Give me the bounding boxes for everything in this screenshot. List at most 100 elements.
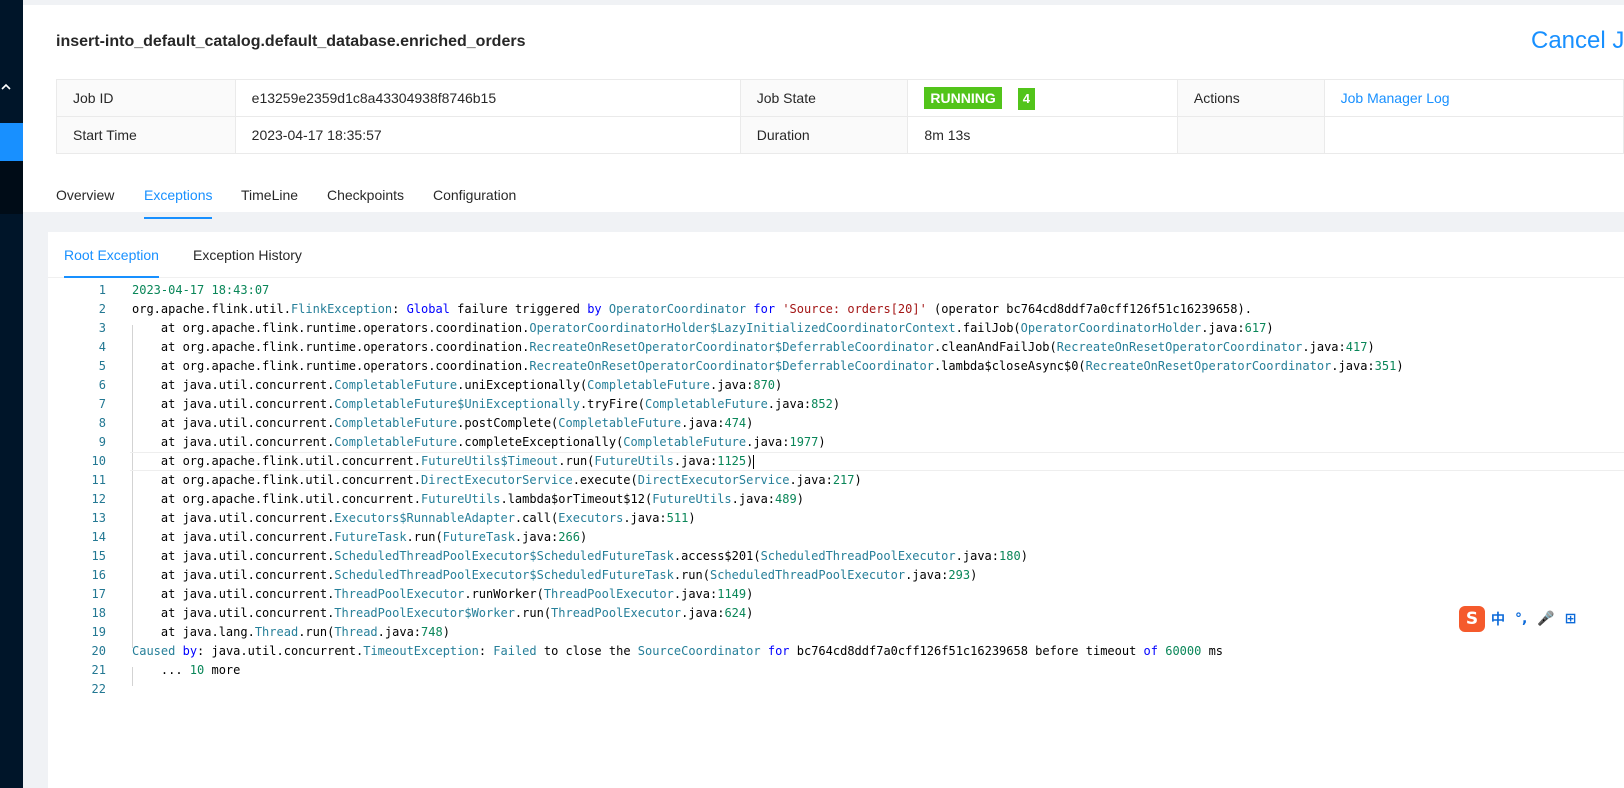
line-number: 7	[98, 397, 106, 411]
code-token: 'Source: orders[20]'	[782, 302, 927, 316]
code-token: .completeExceptionally(	[457, 435, 624, 449]
line-number: 16	[91, 568, 106, 582]
code-token: at org.apache.flink.util.concurrent.	[132, 454, 421, 468]
chevron-up-icon[interactable]	[0, 82, 12, 94]
ime-chinese-mode[interactable]: 中	[1491, 609, 1505, 629]
code-text: at org.apache.flink.runtime.operators.co…	[132, 357, 1404, 376]
tab-overview[interactable]: Overview	[56, 187, 114, 203]
code-token: )	[1396, 359, 1404, 373]
code-token: SourceCoordinator	[637, 644, 761, 658]
line-number: 8	[98, 416, 106, 430]
ime-keyboard-icon[interactable]: ⊞	[1565, 611, 1577, 627]
code-token: Global	[406, 302, 450, 316]
job-manager-log-link[interactable]: Job Manager Log	[1341, 90, 1450, 106]
code-token: at java.util.concurrent.	[132, 606, 335, 620]
code-token: at org.apache.flink.util.concurrent.	[132, 492, 421, 506]
code-token: CompletableFuture$UniExceptionally	[334, 397, 580, 411]
line-number: 22	[91, 682, 106, 696]
code-token: 852	[811, 397, 833, 411]
code-text: at java.util.concurrent.CompletableFutur…	[132, 376, 782, 395]
exception-code-editor[interactable]: 1 2023-04-17 18:43:07 2 org.apache.flink.ut…	[48, 283, 1624, 707]
code-token: CompletableFuture	[558, 416, 682, 430]
line-number: 15	[91, 549, 106, 563]
code-token: to close the	[536, 644, 638, 658]
code-token: 617	[1244, 321, 1267, 335]
code-token: failure triggered	[449, 302, 588, 316]
code-line: 9 at java.util.concurrent.CompletableFut…	[48, 433, 1624, 452]
code-token: 489	[775, 492, 797, 506]
code-token: TimeoutException	[363, 644, 479, 658]
job-description-table: Job ID e13259e2359d1c8a43304938f8746b15 …	[56, 79, 1624, 154]
tab-exception-history[interactable]: Exception History	[193, 247, 302, 263]
code-token: )	[579, 530, 588, 544]
code-token: for	[753, 302, 776, 316]
tab-timeline[interactable]: TimeLine	[241, 187, 298, 203]
code-token: at org.apache.flink.util.concurrent.	[132, 473, 421, 487]
ime-toolbar[interactable]: S 中 °, 🎤 ⊞	[1459, 605, 1587, 633]
code-text: at org.apache.flink.runtime.operators.co…	[132, 338, 1375, 357]
line-number: 5	[98, 359, 106, 373]
line-number: 17	[91, 587, 106, 601]
code-line: 11 at org.apache.flink.util.concurrent.D…	[48, 471, 1624, 490]
code-token: Executors$RunnableAdapter	[334, 511, 515, 525]
code-token: ms	[1201, 644, 1224, 658]
code-token: CompletableFuture	[587, 378, 710, 392]
start-time-label: Start Time	[56, 116, 236, 154]
code-token: .runWorker(	[464, 587, 544, 601]
code-token: )	[746, 587, 754, 601]
tab-root-exception[interactable]: Root Exception	[64, 247, 159, 278]
code-token: 351	[1374, 359, 1397, 373]
line-number: 3	[98, 321, 106, 335]
code-text: at org.apache.flink.runtime.operators.co…	[132, 319, 1274, 338]
code-token: )	[854, 473, 862, 487]
code-token: 10	[189, 663, 205, 677]
tab-configuration[interactable]: Configuration	[433, 187, 516, 203]
code-token: 266	[558, 530, 580, 544]
code-token: Failed	[493, 644, 537, 658]
sidebar-item-active[interactable]	[0, 123, 23, 161]
code-token: Executors	[558, 511, 624, 525]
code-token: 511	[666, 511, 689, 525]
code-line: 7 at java.util.concurrent.CompletableFut…	[48, 395, 1624, 414]
code-token: )	[746, 606, 754, 620]
code-token: 293	[948, 568, 971, 582]
code-token: :	[478, 644, 494, 658]
code-line: 16 at java.util.concurrent.ScheduledThre…	[48, 566, 1624, 585]
code-token: .java:	[623, 511, 667, 525]
sidebar-item-submenu[interactable]	[0, 161, 23, 214]
code-text: org.apache.flink.util.FlinkException: Gl…	[132, 300, 1252, 319]
code-token: ThreadPoolExecutor	[543, 587, 674, 601]
code-token: )	[746, 454, 754, 468]
code-token: ScheduledThreadPoolExecutor$ScheduledFut…	[334, 549, 674, 563]
tab-checkpoints[interactable]: Checkpoints	[327, 187, 404, 203]
code-token: by	[182, 644, 198, 658]
code-text: at org.apache.flink.util.concurrent.Futu…	[132, 490, 804, 509]
cancel-job-button[interactable]: Cancel Jo	[1531, 27, 1624, 55]
code-line: 12 at org.apache.flink.util.concurrent.F…	[48, 490, 1624, 509]
code-token: CompletableFuture	[334, 435, 458, 449]
code-token: .java:	[681, 606, 725, 620]
code-token: ThreadPoolExecutor$Worker	[334, 606, 515, 620]
tab-exceptions[interactable]: Exceptions	[144, 187, 213, 219]
code-token: CompletableFuture	[334, 378, 458, 392]
code-token: at java.util.concurrent.	[132, 511, 335, 525]
ime-microphone-icon[interactable]: 🎤	[1537, 611, 1554, 627]
code-token: .run(	[514, 606, 552, 620]
code-token: OperatorCoordinator	[608, 302, 747, 316]
code-token: 217	[832, 473, 855, 487]
duration-label: Duration	[739, 116, 909, 154]
code-line: 6 at java.util.concurrent.CompletableFut…	[48, 376, 1624, 395]
line-number: 11	[91, 473, 106, 487]
code-token: (operator bc764cd8ddf7a0cff126f51c162396…	[926, 302, 1252, 316]
actions-cell: Job Manager Log	[1323, 79, 1624, 117]
code-token: org.apache.flink.util.	[132, 302, 291, 316]
code-line: 1 2023-04-17 18:43:07	[48, 281, 1624, 300]
code-line: 8 at java.util.concurrent.CompletableFut…	[48, 414, 1624, 433]
code-token: FutureUtils	[594, 454, 674, 468]
code-token: at java.util.concurrent.	[132, 568, 335, 582]
code-text: at java.util.concurrent.ScheduledThreadP…	[132, 547, 1028, 566]
code-token: DirectExecutorService	[420, 473, 573, 487]
ime-punctuation-icon[interactable]: °,	[1515, 611, 1527, 627]
code-token: .java:	[673, 454, 718, 468]
